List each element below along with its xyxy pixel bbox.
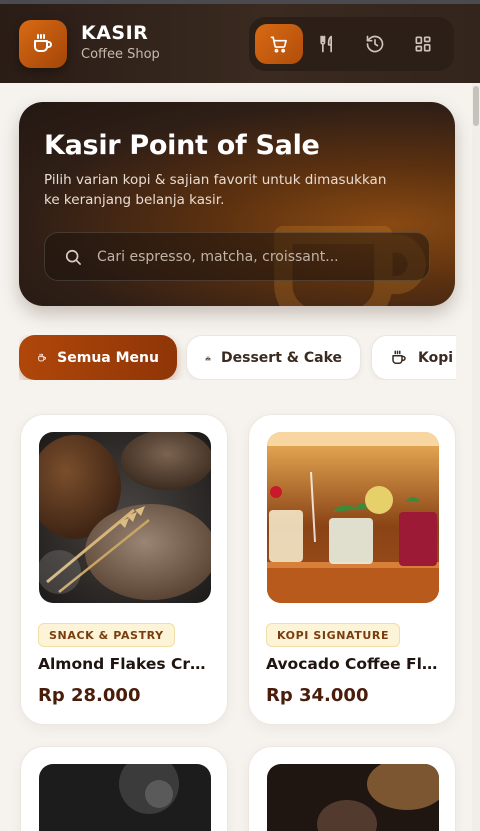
product-image-bread	[39, 432, 211, 603]
search-icon	[65, 249, 81, 265]
category-badge: SNACK & PASTRY	[38, 623, 175, 647]
history-icon	[366, 35, 384, 53]
nav-menu-button[interactable]	[303, 24, 351, 64]
top-navigation	[249, 17, 454, 71]
product-image-drinks	[267, 432, 439, 603]
app-header: KASIR Coffee Shop	[0, 0, 480, 83]
nav-dashboard-button[interactable]	[399, 24, 447, 64]
brand-logo[interactable]	[19, 20, 67, 68]
product-price: Rp 28.000	[38, 685, 141, 706]
product-card[interactable]: SNACK & PASTRY Almond Flakes Croissant R…	[20, 414, 228, 725]
category-chip-dessert-cake[interactable]: Dessert & Cake	[186, 335, 361, 380]
product-price: Rp 34.000	[266, 685, 369, 706]
hero-title: Kasir Point of Sale	[44, 130, 320, 161]
hero-banner: Kasir Point of Sale Pilih varian kopi & …	[19, 102, 455, 306]
search-bar[interactable]	[44, 232, 430, 281]
nav-history-button[interactable]	[351, 24, 399, 64]
brand-subtitle: Coffee Shop	[81, 47, 160, 62]
cake-icon	[205, 355, 211, 360]
cart-icon	[270, 36, 287, 53]
brand-title: KASIR	[81, 22, 149, 44]
search-input[interactable]	[97, 245, 417, 269]
product-image-dark	[39, 764, 211, 831]
grid-icon	[415, 36, 431, 52]
product-card[interactable]	[20, 746, 228, 831]
category-chip-label: Kopi	[418, 349, 454, 366]
category-badge: KOPI SIGNATURE	[266, 623, 401, 647]
hero-description: Pilih varian kopi & sajian favorit untuk…	[44, 172, 387, 208]
utensils-icon	[320, 35, 332, 53]
scrollbar-thumb[interactable]	[473, 86, 479, 126]
window-top-edge	[0, 0, 480, 4]
scrollbar-track[interactable]	[472, 83, 480, 831]
category-filter-row: Semua Menu Dessert & Cake Kopi	[19, 335, 456, 380]
category-chip-label: Dessert & Cake	[221, 349, 342, 366]
product-card[interactable]: KOPI SIGNATURE Avocado Coffee Float Rp 3…	[248, 414, 456, 725]
product-name: Almond Flakes Croissant	[38, 655, 213, 673]
nav-cart-button[interactable]	[255, 24, 303, 64]
coffee-cup-icon	[38, 353, 46, 361]
category-chip-kopi[interactable]: Kopi	[371, 335, 456, 380]
product-image-cafe	[267, 764, 439, 831]
product-name: Avocado Coffee Float	[266, 655, 441, 673]
coffee-cup-icon	[392, 350, 406, 364]
product-card[interactable]	[248, 746, 456, 831]
category-chip-label: Semua Menu	[57, 349, 159, 366]
coffee-cup-icon	[34, 34, 52, 52]
category-chip-semua-menu[interactable]: Semua Menu	[19, 335, 177, 380]
